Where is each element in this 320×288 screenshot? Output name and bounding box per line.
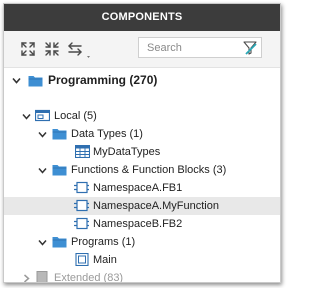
tree-node-label: MyDataTypes [93,146,161,158]
folder-icon [52,165,67,176]
components-panel: COMPONENTS Search Programming (270) Loca… [3,3,281,283]
tree-node-label: Main [93,254,117,266]
tree-node-my-data-types[interactable]: MyDataTypes [4,143,280,161]
chevron-right-icon[interactable] [22,274,31,283]
tree-node-label: Extended (83) [54,272,124,283]
tree-node-label: Local (5) [54,110,97,122]
tree-node-local[interactable]: Local (5) [4,107,280,125]
search-box[interactable] [138,37,262,58]
tree-node-fb1[interactable]: NamespaceA.FB1 [4,179,280,197]
tree-node-label: Data Types (1) [71,128,143,140]
tree-node-fb2[interactable]: NamespaceB.FB2 [4,215,280,233]
tree-node-label: Programming (270) [48,73,158,87]
folder-icon [28,76,43,87]
tree-node-main[interactable]: Main [4,251,280,269]
sort-icon[interactable] [67,40,97,58]
folder-icon [52,129,67,140]
local-library-icon [35,109,50,122]
folder-icon [52,237,67,248]
extended-library-icon [36,271,48,282]
chevron-down-icon[interactable] [12,76,21,85]
tree-node-label: Functions & Function Blocks (3) [71,164,227,176]
chevron-down-icon[interactable] [22,112,31,121]
function-block-icon [74,181,89,194]
component-tree: Programming (270) Local (5) Data Types (… [4,68,280,282]
tree-node-label: NamespaceA.MyFunction [93,200,219,212]
expand-all-icon[interactable] [19,40,37,58]
toolbar [4,31,280,67]
filter-icon[interactable] [243,41,257,55]
tree-node-label: Programs (1) [71,236,136,248]
tree-node-programming[interactable]: Programming (270) [4,71,280,89]
tree-node-programs[interactable]: Programs (1) [4,233,280,251]
collapse-all-icon[interactable] [43,40,61,58]
tree-node-data-types[interactable]: Data Types (1) [4,125,280,143]
chevron-down-icon[interactable] [38,166,47,175]
tree-node-functions[interactable]: Functions & Function Blocks (3) [4,161,280,179]
panel-title: COMPONENTS [4,4,280,31]
program-icon [75,253,89,266]
function-block-icon [74,199,89,212]
chevron-down-icon[interactable] [38,130,47,139]
tree-node-label: NamespaceA.FB1 [93,182,183,194]
search-input[interactable] [147,40,239,55]
table-icon [75,145,90,158]
function-block-icon [74,217,89,230]
tree-node-extended[interactable]: Extended (83) [4,269,280,283]
tree-node-label: NamespaceB.FB2 [93,218,183,230]
chevron-down-icon[interactable] [38,238,47,247]
tree-node-my-function[interactable]: NamespaceA.MyFunction [4,197,280,215]
